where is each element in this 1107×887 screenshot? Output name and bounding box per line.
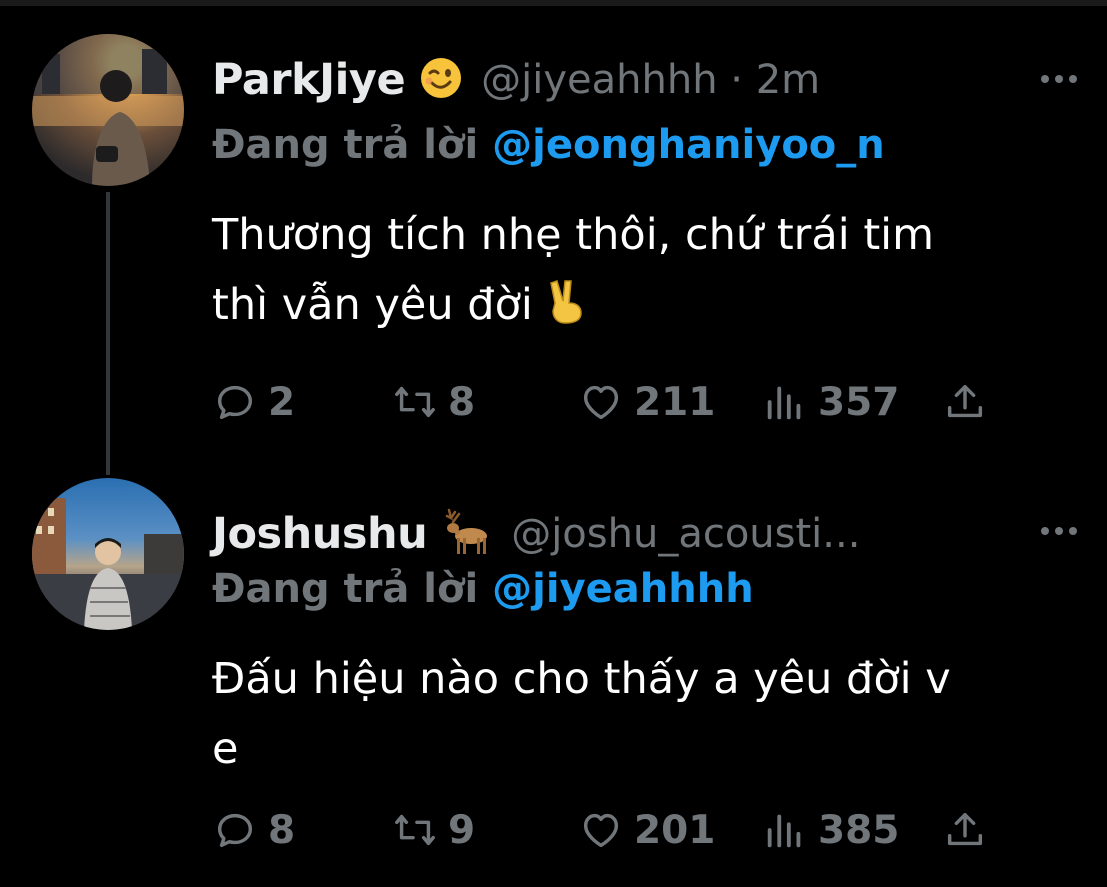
like-count: 201 [634, 807, 716, 853]
display-name[interactable]: ParkJiye [212, 55, 406, 105]
handle[interactable]: @joshu_acousti... [511, 511, 860, 557]
retweet-count: 9 [448, 807, 476, 853]
tweet[interactable]: Joshushu @joshu_acousti... Đang trả lời … [0, 474, 1107, 874]
replying-label: Đang trả lời [212, 566, 479, 612]
tweet-actions: 8 9 201 385 [212, 798, 1012, 862]
tweet[interactable]: ParkJiye @jiyeahhhh · 2m Đang trả lời @j… [0, 30, 1107, 450]
tweet-text-line: thì vẫn yêu đời [212, 270, 1082, 340]
more-icon[interactable] [1041, 68, 1085, 83]
tweet-text-line: e [212, 724, 239, 774]
reply-count: 8 [268, 807, 296, 853]
share-button[interactable] [942, 370, 998, 434]
tweet-text-line: Đấu hiệu nào cho thấy a yêu đời v [212, 654, 951, 704]
share-button[interactable] [942, 798, 998, 862]
retweet-icon [395, 814, 435, 846]
tweet-text: Thương tích nhẹ thôi, chứ trái tim thì v… [212, 200, 1082, 340]
replying-to: Đang trả lời @jeonghaniyoo_n [212, 122, 885, 168]
display-name[interactable]: Joshushu [212, 509, 428, 559]
retweet-icon [395, 386, 435, 418]
views-icon [767, 814, 801, 848]
reply-icon [217, 385, 253, 420]
deer-emoji-icon [441, 508, 493, 560]
like-count: 211 [634, 379, 716, 425]
wink-emoji-icon [419, 56, 463, 104]
views-count: 357 [818, 379, 900, 425]
mention-link[interactable]: @jeonghaniyoo_n [492, 122, 885, 168]
tweet-text: Đấu hiệu nào cho thấy a yêu đời v e [212, 644, 1082, 784]
reply-button[interactable]: 8 [212, 798, 295, 862]
tweet-header: ParkJiye @jiyeahhhh · 2m [212, 48, 820, 112]
views-count: 385 [818, 807, 900, 853]
share-icon [947, 812, 983, 846]
replying-label: Đang trả lời [212, 122, 479, 168]
retweet-button[interactable]: 8 [392, 370, 475, 434]
tweet-header: Joshushu @joshu_acousti... [212, 502, 860, 566]
like-button[interactable]: 201 [578, 798, 715, 862]
reply-count: 2 [268, 379, 296, 425]
tweet-actions: 2 8 211 357 [212, 370, 1012, 434]
like-icon [583, 385, 619, 420]
avatar[interactable] [32, 34, 184, 186]
like-icon [583, 813, 619, 848]
more-icon[interactable] [1041, 520, 1085, 535]
views-icon [767, 386, 801, 420]
avatar-photo-icon [32, 498, 184, 630]
share-icon [947, 384, 983, 418]
tweet-text-line: Thương tích nhẹ thôi, chứ trái tim [212, 210, 935, 260]
avatar[interactable] [32, 478, 184, 630]
like-button[interactable]: 211 [578, 370, 715, 434]
mention-link[interactable]: @jiyeahhhh [492, 566, 754, 612]
views-button[interactable]: 357 [762, 370, 899, 434]
handle-and-time[interactable]: @jiyeahhhh · 2m [481, 57, 820, 103]
retweet-button[interactable]: 9 [392, 798, 475, 862]
victory-hand-emoji-icon [547, 280, 587, 330]
tweet-text-fragment: thì vẫn yêu đời [212, 280, 533, 330]
avatar-photo-icon [32, 34, 184, 186]
reply-button[interactable]: 2 [212, 370, 295, 434]
reply-icon [217, 813, 253, 848]
top-divider [0, 0, 1107, 6]
views-button[interactable]: 385 [762, 798, 899, 862]
retweet-count: 8 [448, 379, 476, 425]
replying-to: Đang trả lời @jiyeahhhh [212, 566, 754, 612]
